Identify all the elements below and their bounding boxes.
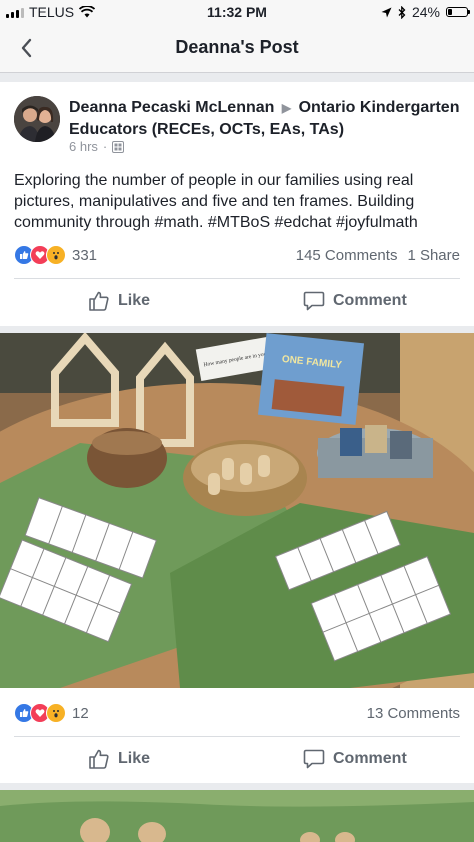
comment-label: Comment (333, 292, 407, 309)
thumbs-up-icon (89, 749, 109, 769)
wow-reaction-icon (46, 245, 66, 265)
bluetooth-icon (398, 5, 406, 19)
post-photo[interactable]: How many people are in your family? ONE … (0, 333, 474, 688)
reactions-summary[interactable]: 331 145 Comments 1 Share (14, 244, 460, 266)
like-label: Like (118, 292, 151, 309)
like-button[interactable]: Like (88, 290, 150, 312)
status-bar: TELUS 11:32 PM 24% (0, 0, 474, 24)
book: ONE FAMILY (257, 333, 365, 425)
engagement-counts: 13 Comments (367, 705, 460, 722)
battery-level (448, 9, 452, 15)
divider (14, 736, 460, 737)
divider (14, 278, 460, 279)
thumbs-up-icon (89, 291, 109, 311)
page-title: Deanna's Post (175, 37, 299, 57)
avatar[interactable] (14, 96, 60, 142)
post-body: Exploring the number of people in our fa… (14, 172, 418, 231)
shares-count[interactable]: 1 Share (407, 247, 460, 264)
post-header: Deanna Pecaski McLennan ▶ Ontario Kinder… (69, 97, 464, 140)
like-label: Like (118, 750, 151, 767)
next-post-photo[interactable] (0, 790, 474, 842)
next-photo-card (0, 790, 474, 842)
comment-bubble-icon (303, 749, 325, 769)
photo-reactions-summary[interactable]: 12 13 Comments (14, 702, 460, 724)
post-time[interactable]: 6 hrs (69, 139, 98, 154)
comments-count[interactable]: 145 Comments (296, 247, 398, 264)
meta-dot: · (102, 139, 108, 154)
shared-to-arrow-icon: ▶ (281, 101, 292, 115)
post-meta: 6 hrs · (69, 139, 125, 154)
reactions-count[interactable]: 331 (72, 247, 97, 264)
globe-privacy-icon (112, 140, 125, 153)
comment-label: Comment (333, 750, 407, 767)
battery-percent: 24% (411, 4, 440, 20)
battery-icon (446, 7, 470, 17)
location-arrow-icon (381, 7, 392, 17)
reaction-icons (14, 703, 66, 723)
author-name[interactable]: Deanna Pecaski McLennan (69, 99, 274, 116)
post-card: Deanna Pecaski McLennan ▶ Ontario Kinder… (0, 82, 474, 326)
comments-count[interactable]: 13 Comments (367, 705, 460, 722)
like-button[interactable]: Like (88, 748, 150, 770)
engagement-counts: 145 Comments 1 Share (296, 247, 460, 264)
wow-reaction-icon (46, 703, 66, 723)
status-right: 24% (381, 4, 470, 20)
comment-button[interactable]: Comment (303, 748, 407, 770)
reaction-icons (14, 245, 66, 265)
comment-bubble-icon (303, 291, 325, 311)
comment-button[interactable]: Comment (303, 290, 407, 312)
photo-card: How many people are in your family? ONE … (0, 333, 474, 783)
navigation-bar: Deanna's Post (0, 24, 474, 73)
reactions-count[interactable]: 12 (72, 705, 89, 722)
